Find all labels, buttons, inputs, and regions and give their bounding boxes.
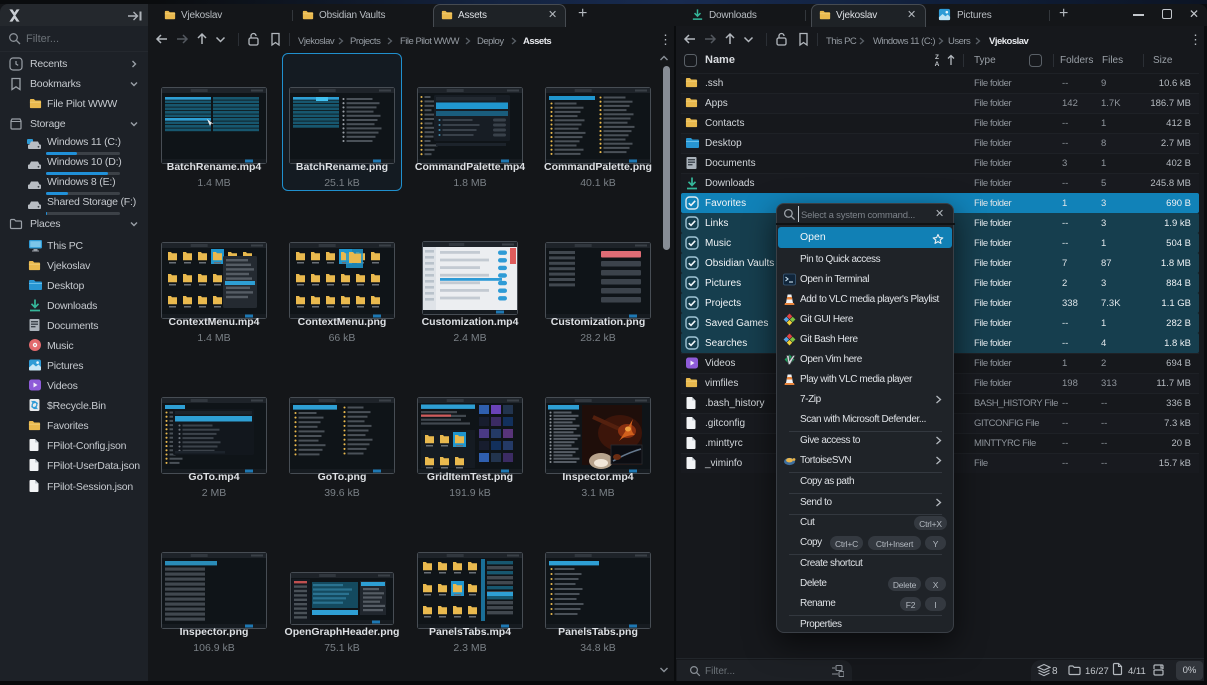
svg-text:Z: Z (935, 54, 939, 61)
svg-text:A: A (935, 61, 940, 67)
